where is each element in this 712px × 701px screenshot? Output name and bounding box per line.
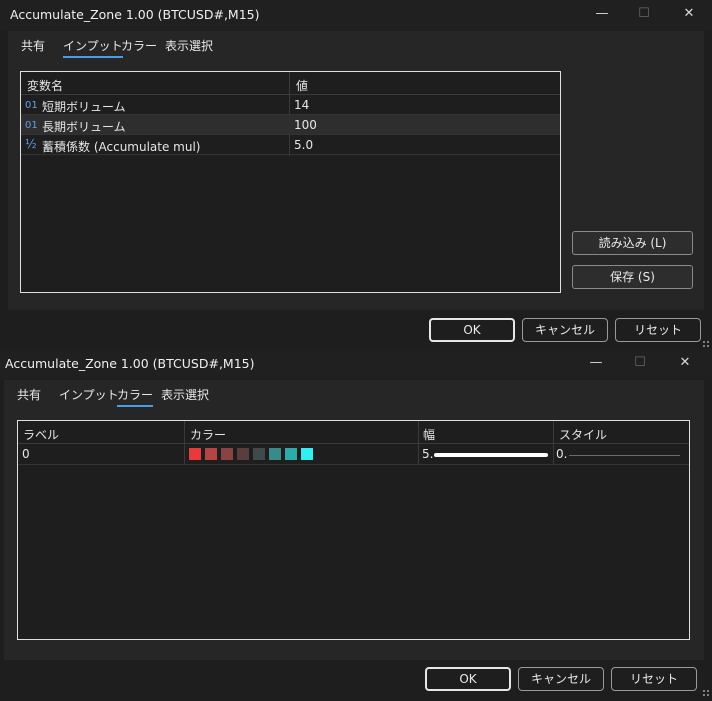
table-row[interactable]: 0 5. 0. bbox=[18, 444, 689, 465]
column-header-value[interactable]: 値 bbox=[296, 77, 308, 94]
window-title: Accumulate_Zone 1.00 (BTCUSD#,M15) bbox=[5, 356, 255, 371]
table-row[interactable]: 01 長期ボリューム 100 bbox=[21, 115, 560, 135]
color-swatch[interactable] bbox=[237, 448, 249, 460]
save-button[interactable]: 保存 (S) bbox=[572, 265, 693, 289]
close-icon[interactable]: ✕ bbox=[673, 353, 697, 373]
tab-common[interactable]: 共有 bbox=[17, 386, 41, 403]
width-line-preview[interactable] bbox=[434, 453, 548, 457]
tab-visibility[interactable]: 表示選択 bbox=[165, 37, 213, 54]
load-button[interactable]: 読み込み (L) bbox=[572, 231, 693, 255]
tab-panel: 共有 インプット カラー 表示選択 ラベル カラー 幅 スタイル 0 5. 0. bbox=[4, 380, 704, 660]
minimize-icon[interactable]: — bbox=[584, 353, 608, 373]
column-header-label[interactable]: ラベル bbox=[23, 426, 59, 443]
tab-inputs[interactable]: インプット bbox=[63, 37, 123, 58]
row-width-value[interactable]: 5. bbox=[422, 447, 433, 461]
window-title: Accumulate_Zone 1.00 (BTCUSD#,M15) bbox=[10, 7, 260, 22]
resize-grip-icon[interactable] bbox=[702, 340, 710, 348]
color-swatch[interactable] bbox=[269, 448, 281, 460]
column-header-color[interactable]: カラー bbox=[190, 426, 226, 443]
table-row[interactable]: 01 短期ボリューム 14 bbox=[21, 95, 560, 115]
fraction-icon: ½ bbox=[25, 137, 37, 151]
ok-button[interactable]: OK bbox=[429, 318, 515, 342]
column-header-style[interactable]: スタイル bbox=[559, 426, 607, 443]
ok-button[interactable]: OK bbox=[425, 667, 511, 691]
cancel-button[interactable]: キャンセル bbox=[518, 667, 604, 691]
colors-table: ラベル カラー 幅 スタイル 0 5. 0. bbox=[17, 420, 690, 640]
tab-colors[interactable]: カラー bbox=[117, 386, 154, 407]
maximize-icon: ☐ bbox=[638, 6, 650, 21]
maximize-icon: ☐ bbox=[634, 355, 646, 370]
inputs-dialog: Accumulate_Zone 1.00 (BTCUSD#,M15) — ☐ ✕… bbox=[0, 0, 712, 349]
title-bar[interactable]: Accumulate_Zone 1.00 (BTCUSD#,M15) — ☐ ✕ bbox=[0, 349, 712, 379]
reset-button[interactable]: リセット bbox=[615, 318, 701, 342]
integer-icon: 01 bbox=[25, 120, 38, 131]
title-bar[interactable]: Accumulate_Zone 1.00 (BTCUSD#,M15) — ☐ ✕ bbox=[0, 0, 712, 30]
tab-inputs[interactable]: インプット bbox=[59, 386, 119, 403]
row-name: 蓄積係数 (Accumulate mul) bbox=[42, 140, 201, 154]
row-name: 長期ボリューム bbox=[42, 120, 126, 134]
tab-visibility[interactable]: 表示選択 bbox=[161, 386, 209, 403]
row-value[interactable]: 100 bbox=[294, 118, 317, 132]
color-swatch[interactable] bbox=[189, 448, 201, 460]
tab-panel: 共有 インプット カラー 表示選択 変数名 値 01 短期ボリューム 14 01… bbox=[8, 31, 704, 310]
color-swatch[interactable] bbox=[285, 448, 297, 460]
row-value[interactable]: 5.0 bbox=[294, 138, 313, 152]
cancel-button[interactable]: キャンセル bbox=[522, 318, 608, 342]
close-icon[interactable]: ✕ bbox=[677, 4, 701, 24]
colors-dialog: Accumulate_Zone 1.00 (BTCUSD#,M15) — ☐ ✕… bbox=[0, 349, 712, 701]
resize-grip-icon[interactable] bbox=[702, 689, 710, 697]
inputs-table: 変数名 値 01 短期ボリューム 14 01 長期ボリューム 100 ½ 蓄積係… bbox=[20, 71, 561, 293]
table-row[interactable]: ½ 蓄積係数 (Accumulate mul) 5.0 bbox=[21, 135, 560, 155]
column-header-name[interactable]: 変数名 bbox=[27, 77, 63, 94]
table-header: ラベル カラー 幅 スタイル bbox=[18, 421, 689, 444]
tab-common[interactable]: 共有 bbox=[21, 37, 45, 54]
color-swatch[interactable] bbox=[253, 448, 265, 460]
integer-icon: 01 bbox=[25, 100, 38, 111]
row-name: 短期ボリューム bbox=[42, 100, 126, 114]
column-header-width[interactable]: 幅 bbox=[423, 426, 435, 443]
row-value[interactable]: 14 bbox=[294, 98, 309, 112]
row-label: 0 bbox=[22, 447, 30, 461]
reset-button[interactable]: リセット bbox=[611, 667, 697, 691]
tab-colors[interactable]: カラー bbox=[121, 37, 157, 54]
minimize-icon[interactable]: — bbox=[590, 4, 614, 24]
color-swatch[interactable] bbox=[221, 448, 233, 460]
row-style-value[interactable]: 0. bbox=[556, 447, 567, 461]
table-header: 変数名 値 bbox=[21, 72, 560, 95]
style-line-preview[interactable] bbox=[569, 455, 680, 456]
color-swatch[interactable] bbox=[301, 448, 313, 460]
color-swatch[interactable] bbox=[205, 448, 217, 460]
